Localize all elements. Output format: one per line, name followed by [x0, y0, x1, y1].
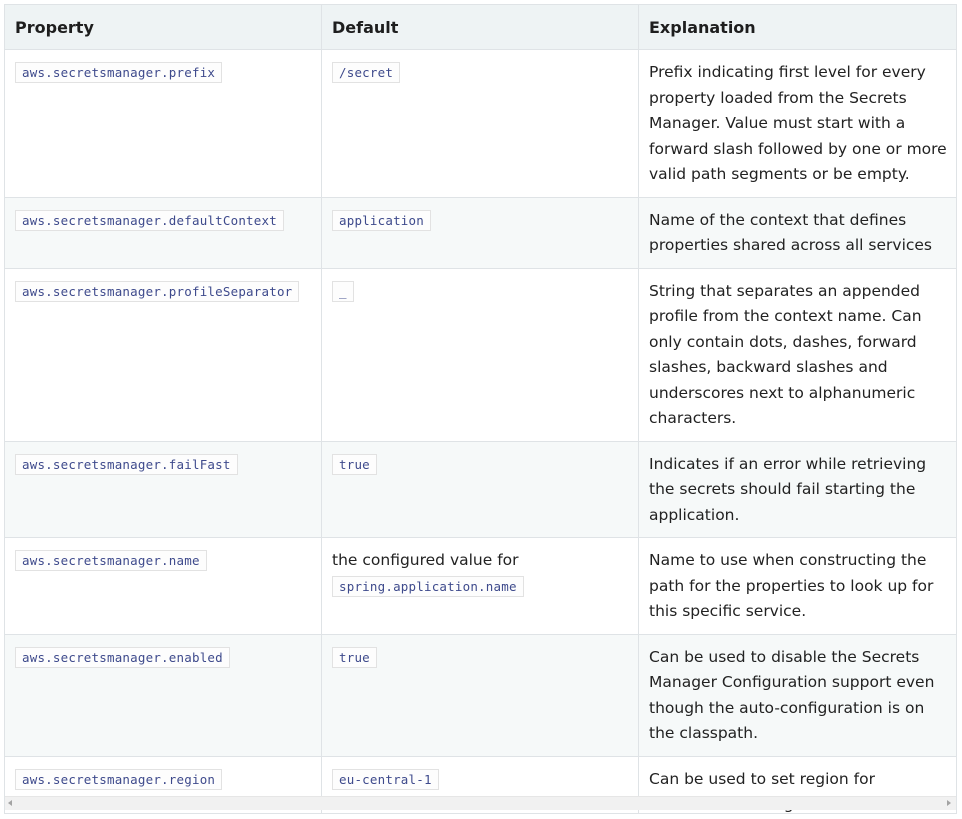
table-row: aws.secretsmanager.enabled true Can be u…: [5, 633, 956, 757]
explanation-cell: Can be used to disable the Secrets Manag…: [638, 633, 956, 757]
default-code: _: [332, 280, 354, 302]
explanation-cell: String that separates an appended profil…: [638, 267, 956, 442]
header-explanation: Explanation: [638, 5, 956, 50]
property-code: aws.secretsmanager.prefix: [15, 62, 223, 83]
scroll-left-arrow-icon[interactable]: [8, 800, 12, 806]
default-code: eu-central-1: [332, 768, 439, 790]
default-cell: the configured value for spring.applicati…: [321, 537, 639, 635]
default-code: true: [332, 453, 377, 475]
property-cell: aws.secretsmanager.prefix: [5, 49, 322, 198]
property-cell: aws.secretsmanager.name: [5, 537, 322, 635]
properties-table-container: Property Default Explanation aws.secrets…: [4, 4, 957, 814]
explanation-cell: Indicates if an error while retrieving t…: [638, 440, 956, 538]
property-code: aws.secretsmanager.profileSeparator: [15, 280, 300, 302]
default-cell: _: [321, 267, 639, 442]
table-row: aws.secretsmanager.prefix /secret Prefix…: [5, 49, 956, 198]
default-cell: application: [321, 196, 639, 269]
property-code: aws.secretsmanager.name: [15, 550, 207, 571]
default-code: spring.application.name: [332, 575, 524, 597]
default-text: the configured value for: [332, 551, 519, 569]
default-cell: /secret: [321, 49, 639, 198]
default-cell: true: [321, 440, 639, 538]
default-code: /secret: [332, 62, 401, 83]
properties-table: Property Default Explanation aws.secrets…: [5, 5, 956, 813]
property-cell: aws.secretsmanager.enabled: [5, 633, 322, 757]
property-code: aws.secretsmanager.region: [15, 768, 223, 790]
table-row: aws.secretsmanager.failFast true Indicat…: [5, 440, 956, 538]
explanation-cell: Name of the context that defines propert…: [638, 196, 956, 269]
property-code: aws.secretsmanager.defaultContext: [15, 209, 284, 231]
table-row: aws.secretsmanager.profileSeparator _ St…: [5, 267, 956, 442]
default-cell: true: [321, 633, 639, 757]
property-cell: aws.secretsmanager.defaultContext: [5, 196, 322, 269]
default-code: true: [332, 646, 377, 668]
table-row: aws.secretsmanager.name the configured v…: [5, 537, 956, 635]
scroll-right-arrow-icon[interactable]: [947, 800, 951, 806]
header-default: Default: [321, 5, 639, 50]
default-code: application: [332, 209, 431, 231]
table-header-row: Property Default Explanation: [5, 5, 956, 50]
header-property: Property: [5, 5, 322, 50]
table-row: aws.secretsmanager.defaultContext applic…: [5, 196, 956, 269]
explanation-cell: Prefix indicating first level for every …: [638, 49, 956, 198]
explanation-cell: Name to use when constructing the path f…: [638, 537, 956, 635]
property-cell: aws.secretsmanager.failFast: [5, 440, 322, 538]
horizontal-scrollbar[interactable]: [5, 796, 956, 810]
property-cell: aws.secretsmanager.profileSeparator: [5, 267, 322, 442]
property-code: aws.secretsmanager.enabled: [15, 646, 230, 668]
property-code: aws.secretsmanager.failFast: [15, 453, 238, 475]
